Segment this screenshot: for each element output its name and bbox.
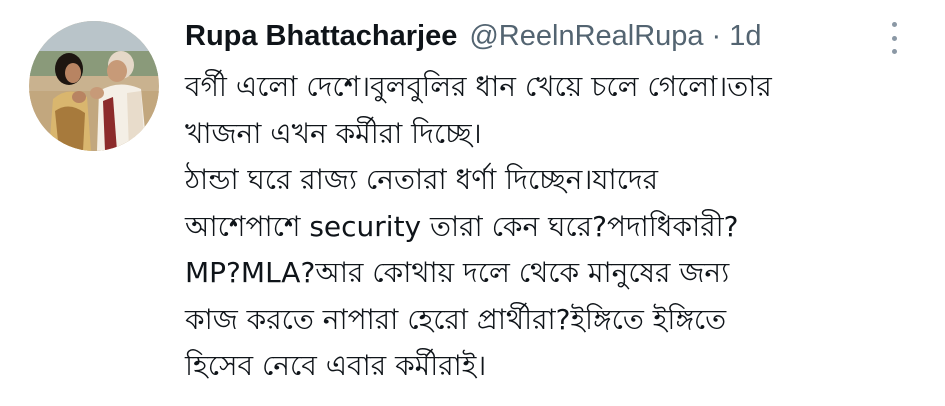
tweet-text-line: কাজ করতে নাপারা হেরো প্রার্থীরা?ইঙ্গিতে …	[185, 302, 727, 336]
more-dot	[891, 49, 897, 54]
tweet-text-line: খাজনা এখন কর্মীরা দিচ্ছে।	[185, 116, 482, 150]
tweet-text: বর্গী এলো দেশে।বুলবুলির ধান খেয়ে চলে গে…	[185, 64, 930, 390]
tweet-text-line: হিসেব নেবে এবার কর্মীরাই।	[185, 349, 487, 382]
user-handle[interactable]: @ReelnRealRupa	[469, 20, 703, 53]
tweet-text-line: আশেপাশে security তারা কেন ঘরে?পদাধিকারী?	[185, 209, 739, 243]
tweet: Rupa Bhattacharjee @ReelnRealRupa · 1d ব…	[0, 0, 945, 406]
timestamp[interactable]: 1d	[729, 20, 761, 53]
more-vertical-icon[interactable]	[886, 22, 902, 54]
display-name[interactable]: Rupa Bhattacharjee	[185, 20, 457, 53]
avatar-photo	[29, 21, 159, 151]
more-dot	[891, 22, 897, 27]
tweet-text-line: ঠান্ডা ঘরে রাজ্য নেতারা ধর্ণা দিচ্ছেন।যা…	[185, 163, 658, 196]
tweet-header: Rupa Bhattacharjee @ReelnRealRupa · 1d	[185, 16, 761, 56]
tweet-text-line: বর্গী এলো দেশে।বুলবুলির ধান খেয়ে চলে গে…	[185, 70, 772, 103]
tweet-text-line: MP?MLA?আর কোথায় দলে থেকে মানুষের জন্য	[185, 256, 730, 289]
avatar[interactable]	[29, 21, 159, 151]
more-dot	[891, 35, 897, 41]
separator-dot: ·	[711, 19, 722, 52]
